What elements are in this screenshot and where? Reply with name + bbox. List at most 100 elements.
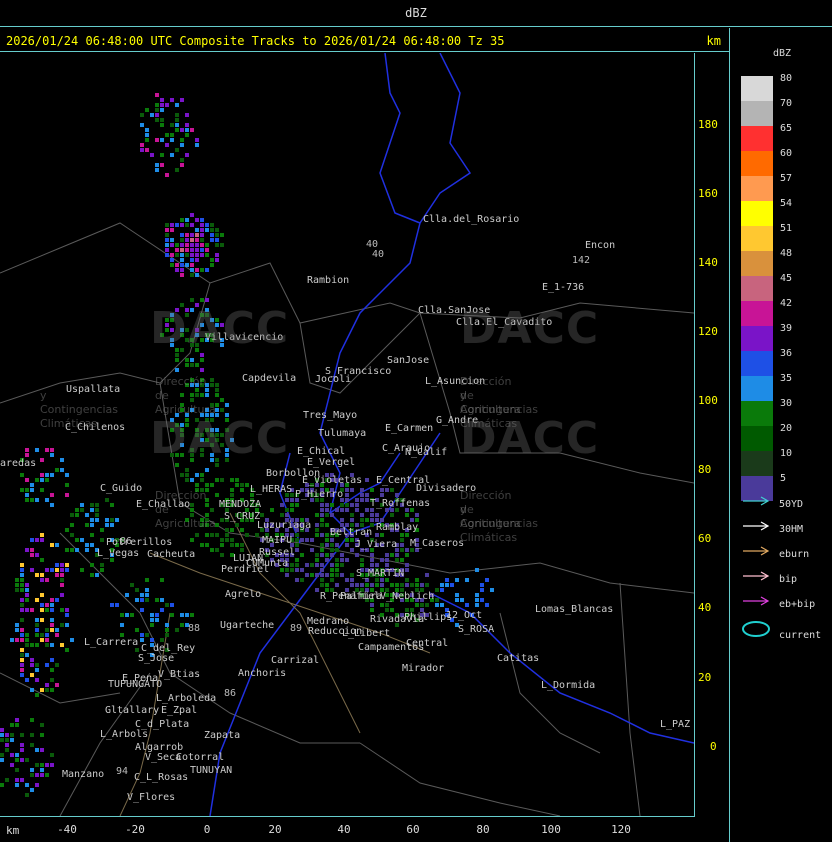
echo-pixel — [335, 573, 339, 577]
echo-pixel — [450, 583, 454, 587]
echo-pixel — [435, 598, 439, 602]
echo-pixel — [195, 258, 199, 262]
echo-pixel — [15, 783, 19, 787]
echo-pixel — [90, 563, 94, 567]
echo-pixel — [55, 683, 59, 687]
echo-pixel — [285, 508, 289, 512]
echo-pixel — [185, 153, 189, 157]
echo-pixel — [215, 533, 219, 537]
echo-pixel — [280, 503, 284, 507]
echo-pixel — [370, 553, 374, 557]
place-label: T_Roffenas — [370, 498, 431, 509]
echo-pixel — [85, 543, 89, 547]
radar-map[interactable]: Clla.del_Rosario Encon Rambion E_1-736 Clla.… — [0, 53, 695, 817]
echo-pixel — [230, 538, 234, 542]
place-label: N_Calif — [405, 447, 448, 458]
echo-pixel — [170, 98, 174, 102]
echo-pixel — [45, 763, 49, 767]
echo-pixel — [20, 628, 24, 632]
echo-pixel — [25, 633, 29, 637]
echo-pixel — [55, 633, 59, 637]
echo-pixel — [200, 298, 204, 302]
echo-pixel — [215, 478, 219, 482]
echo-pixel — [15, 723, 19, 727]
place-label: Phillips — [404, 612, 453, 623]
echo-pixel — [295, 568, 299, 572]
echo-pixel — [30, 658, 34, 662]
echo-pixel — [140, 113, 144, 117]
echo-pixel — [180, 263, 184, 267]
x-tick-label: 40 — [337, 823, 351, 836]
echo-pixel — [95, 503, 99, 507]
watermark-brand: DACC — [460, 413, 600, 464]
echo-pixel — [195, 363, 199, 367]
legend-swatch — [741, 126, 773, 151]
echo-pixel — [210, 228, 214, 232]
place-label: Tulumaya — [318, 428, 367, 439]
echo-pixel — [35, 748, 39, 752]
echo-pixel — [380, 493, 384, 497]
route-number: 86 — [120, 536, 133, 547]
echo-pixel — [190, 268, 194, 272]
echo-pixel — [15, 638, 19, 642]
echo-pixel — [155, 613, 159, 617]
echo-pixel — [165, 628, 169, 632]
echo-pixel — [360, 498, 364, 502]
echo-pixel — [180, 268, 184, 272]
place-label: S_MARTIN — [356, 568, 405, 579]
echo-pixel — [295, 503, 299, 507]
echo-pixel — [200, 243, 204, 247]
echo-pixel — [60, 643, 64, 647]
legend-swatch — [741, 276, 773, 301]
echo-pixel — [440, 588, 444, 592]
echo-pixel — [345, 488, 349, 492]
echo-pixel — [345, 493, 349, 497]
echo-pixel — [350, 573, 354, 577]
echo-pixel — [145, 138, 149, 142]
echo-pixel — [190, 243, 194, 247]
echo-pixel — [330, 548, 334, 552]
echo-pixel — [20, 633, 24, 637]
track-legend-label: 50YD — [779, 499, 804, 510]
echo-pixel — [290, 498, 294, 502]
echo-pixel — [0, 753, 4, 757]
echo-pixel — [160, 123, 164, 127]
echo-pixel — [215, 253, 219, 257]
echo-pixel — [40, 768, 44, 772]
echo-pixel — [330, 543, 334, 547]
echo-pixel — [260, 513, 264, 517]
place-label: Capdevila — [242, 373, 297, 384]
echo-pixel — [315, 573, 319, 577]
echo-pixel — [355, 553, 359, 557]
echo-pixel — [165, 238, 169, 242]
echo-pixel — [210, 223, 214, 227]
echo-pixel — [155, 118, 159, 122]
echo-pixel — [60, 593, 64, 597]
echo-pixel — [40, 488, 44, 492]
echo-pixel — [230, 528, 234, 532]
echo-pixel — [320, 583, 324, 587]
echo-pixel — [55, 543, 59, 547]
echo-pixel — [325, 508, 329, 512]
echo-pixel — [40, 533, 44, 537]
echo-pixel — [200, 368, 204, 372]
echo-pixel — [30, 498, 34, 502]
echo-pixel — [235, 478, 239, 482]
route-number: 94 — [116, 766, 129, 777]
echo-pixel — [290, 508, 294, 512]
echo-pixel — [180, 473, 184, 477]
legend-swatch — [741, 101, 773, 126]
legend-label: 65 — [780, 123, 793, 134]
echo-pixel — [55, 573, 59, 577]
echo-pixel — [220, 243, 224, 247]
track-legend-item: eburn — [741, 545, 809, 563]
echo-pixel — [155, 93, 159, 97]
echo-pixel — [220, 543, 224, 547]
echo-pixel — [5, 733, 9, 737]
echo-pixel — [205, 533, 209, 537]
echo-pixel — [160, 138, 164, 142]
echo-pixel — [195, 473, 199, 477]
echo-pixel — [110, 518, 114, 522]
echo-pixel — [150, 638, 154, 642]
echo-pixel — [490, 588, 494, 592]
